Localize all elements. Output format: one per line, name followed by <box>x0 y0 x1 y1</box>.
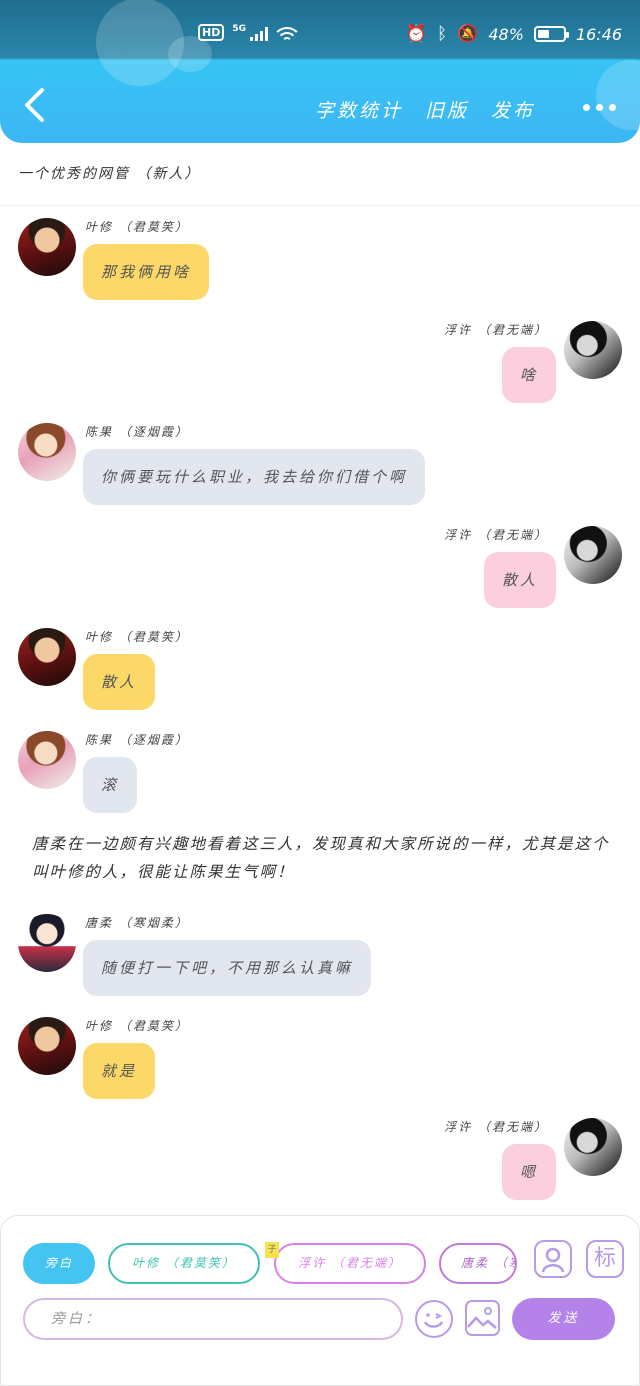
message-bubble[interactable]: 嗯 <box>501 1144 556 1200</box>
message-input[interactable]: 旁白： <box>23 1298 403 1340</box>
more-dots-icon <box>583 104 590 111</box>
image-button[interactable] <box>465 1300 500 1336</box>
message-bubble[interactable]: 那我俩用啥 <box>83 244 210 300</box>
bluetooth-icon: ᛒ <box>436 24 448 44</box>
message-bubble[interactable]: 啥 <box>501 347 556 403</box>
old-version-link[interactable]: 旧版 <box>425 96 469 123</box>
user-icon <box>541 1247 565 1273</box>
signal-icon <box>250 25 268 41</box>
image-icon <box>467 1307 497 1329</box>
network-type: 5G <box>232 24 246 34</box>
sender-name: 浮许 （君无端） <box>444 1120 548 1134</box>
avatar[interactable] <box>18 628 76 686</box>
alarm-icon: ⏰ <box>405 24 427 44</box>
back-button[interactable] <box>22 88 48 122</box>
message-bubble[interactable]: 随便打一下吧，不用那么认真嘛 <box>83 940 372 996</box>
message-bubble[interactable]: 滚 <box>83 757 138 813</box>
sender-name: 叶修 （君莫笑） <box>85 1019 189 1033</box>
sender-name: 唐柔 （寒烟柔） <box>85 916 189 930</box>
role-chip-ye-xiu[interactable]: 叶修 （君莫笑） <box>108 1243 260 1284</box>
nav-bar: 字数统计 旧版 发布 <box>0 60 640 143</box>
message-bubble[interactable]: 就是 <box>83 1043 156 1099</box>
role-chip-tang-rou[interactable]: 唐柔 （寒烟柔） <box>439 1243 517 1284</box>
wifi-icon <box>276 25 298 41</box>
message-bubble[interactable]: 散人 <box>83 654 156 710</box>
sender-name: 叶修 （君莫笑） <box>85 630 189 644</box>
app-header: HD 5G ⏰ ᛒ 🔕 48% 16:46 字数统计 旧版 发布 <box>0 0 640 143</box>
topic-title: 一个优秀的网管 （新人） <box>18 166 201 182</box>
sender-name: 浮许 （君无端） <box>444 528 548 542</box>
mute-icon: 🔕 <box>457 24 479 44</box>
avatar[interactable] <box>18 914 76 972</box>
sender-name: 陈果 （逐烟霞） <box>85 733 189 747</box>
role-chip-narrator[interactable]: 旁白 <box>23 1243 95 1284</box>
battery-percent: 48% <box>488 24 524 44</box>
status-bar: HD 5G ⏰ ᛒ 🔕 48% 16:46 <box>0 0 640 58</box>
avatar[interactable] <box>18 1017 76 1075</box>
publish-link[interactable]: 发布 <box>491 96 535 123</box>
composer-panel: 旁白 叶修 （君莫笑） 浮许 （君无端） 子 唐柔 （寒烟柔） 标 旁白： 发送 <box>0 1215 640 1386</box>
avatar[interactable] <box>18 423 76 481</box>
hd-badge: HD <box>198 24 225 41</box>
clock: 16:46 <box>575 24 622 44</box>
role-chip-fu-xu[interactable]: 浮许 （君无端） <box>274 1243 426 1284</box>
sender-name: 叶修 （君莫笑） <box>85 220 189 234</box>
more-button[interactable] <box>583 104 616 111</box>
mark-button[interactable]: 标 <box>586 1240 624 1278</box>
message-bubble[interactable]: 你俩要玩什么职业，我去给你们借个啊 <box>83 449 426 505</box>
narration-text: 唐柔在一边颇有兴趣地看着这三人，发现真和大家所说的一样，尤其是这个叫叶修的人，很… <box>32 835 610 881</box>
avatar[interactable] <box>18 731 76 789</box>
sender-name: 浮许 （君无端） <box>444 323 548 337</box>
battery-icon <box>533 26 569 42</box>
sticker-tag: 子 <box>265 1242 279 1258</box>
smiley-icon <box>423 1313 444 1328</box>
character-button[interactable] <box>534 1240 572 1278</box>
avatar[interactable] <box>564 321 622 379</box>
chevron-left-icon <box>25 88 44 122</box>
avatar[interactable] <box>18 218 76 276</box>
message-bubble[interactable]: 散人 <box>483 552 556 608</box>
avatar[interactable] <box>564 526 622 584</box>
send-button[interactable]: 发送 <box>512 1298 615 1340</box>
topic-bar: 一个优秀的网管 （新人） <box>0 143 640 206</box>
sender-name: 陈果 （逐烟霞） <box>85 425 189 439</box>
avatar[interactable] <box>564 1118 622 1176</box>
word-count-link[interactable]: 字数统计 <box>315 96 403 123</box>
emoji-button[interactable] <box>415 1300 453 1338</box>
